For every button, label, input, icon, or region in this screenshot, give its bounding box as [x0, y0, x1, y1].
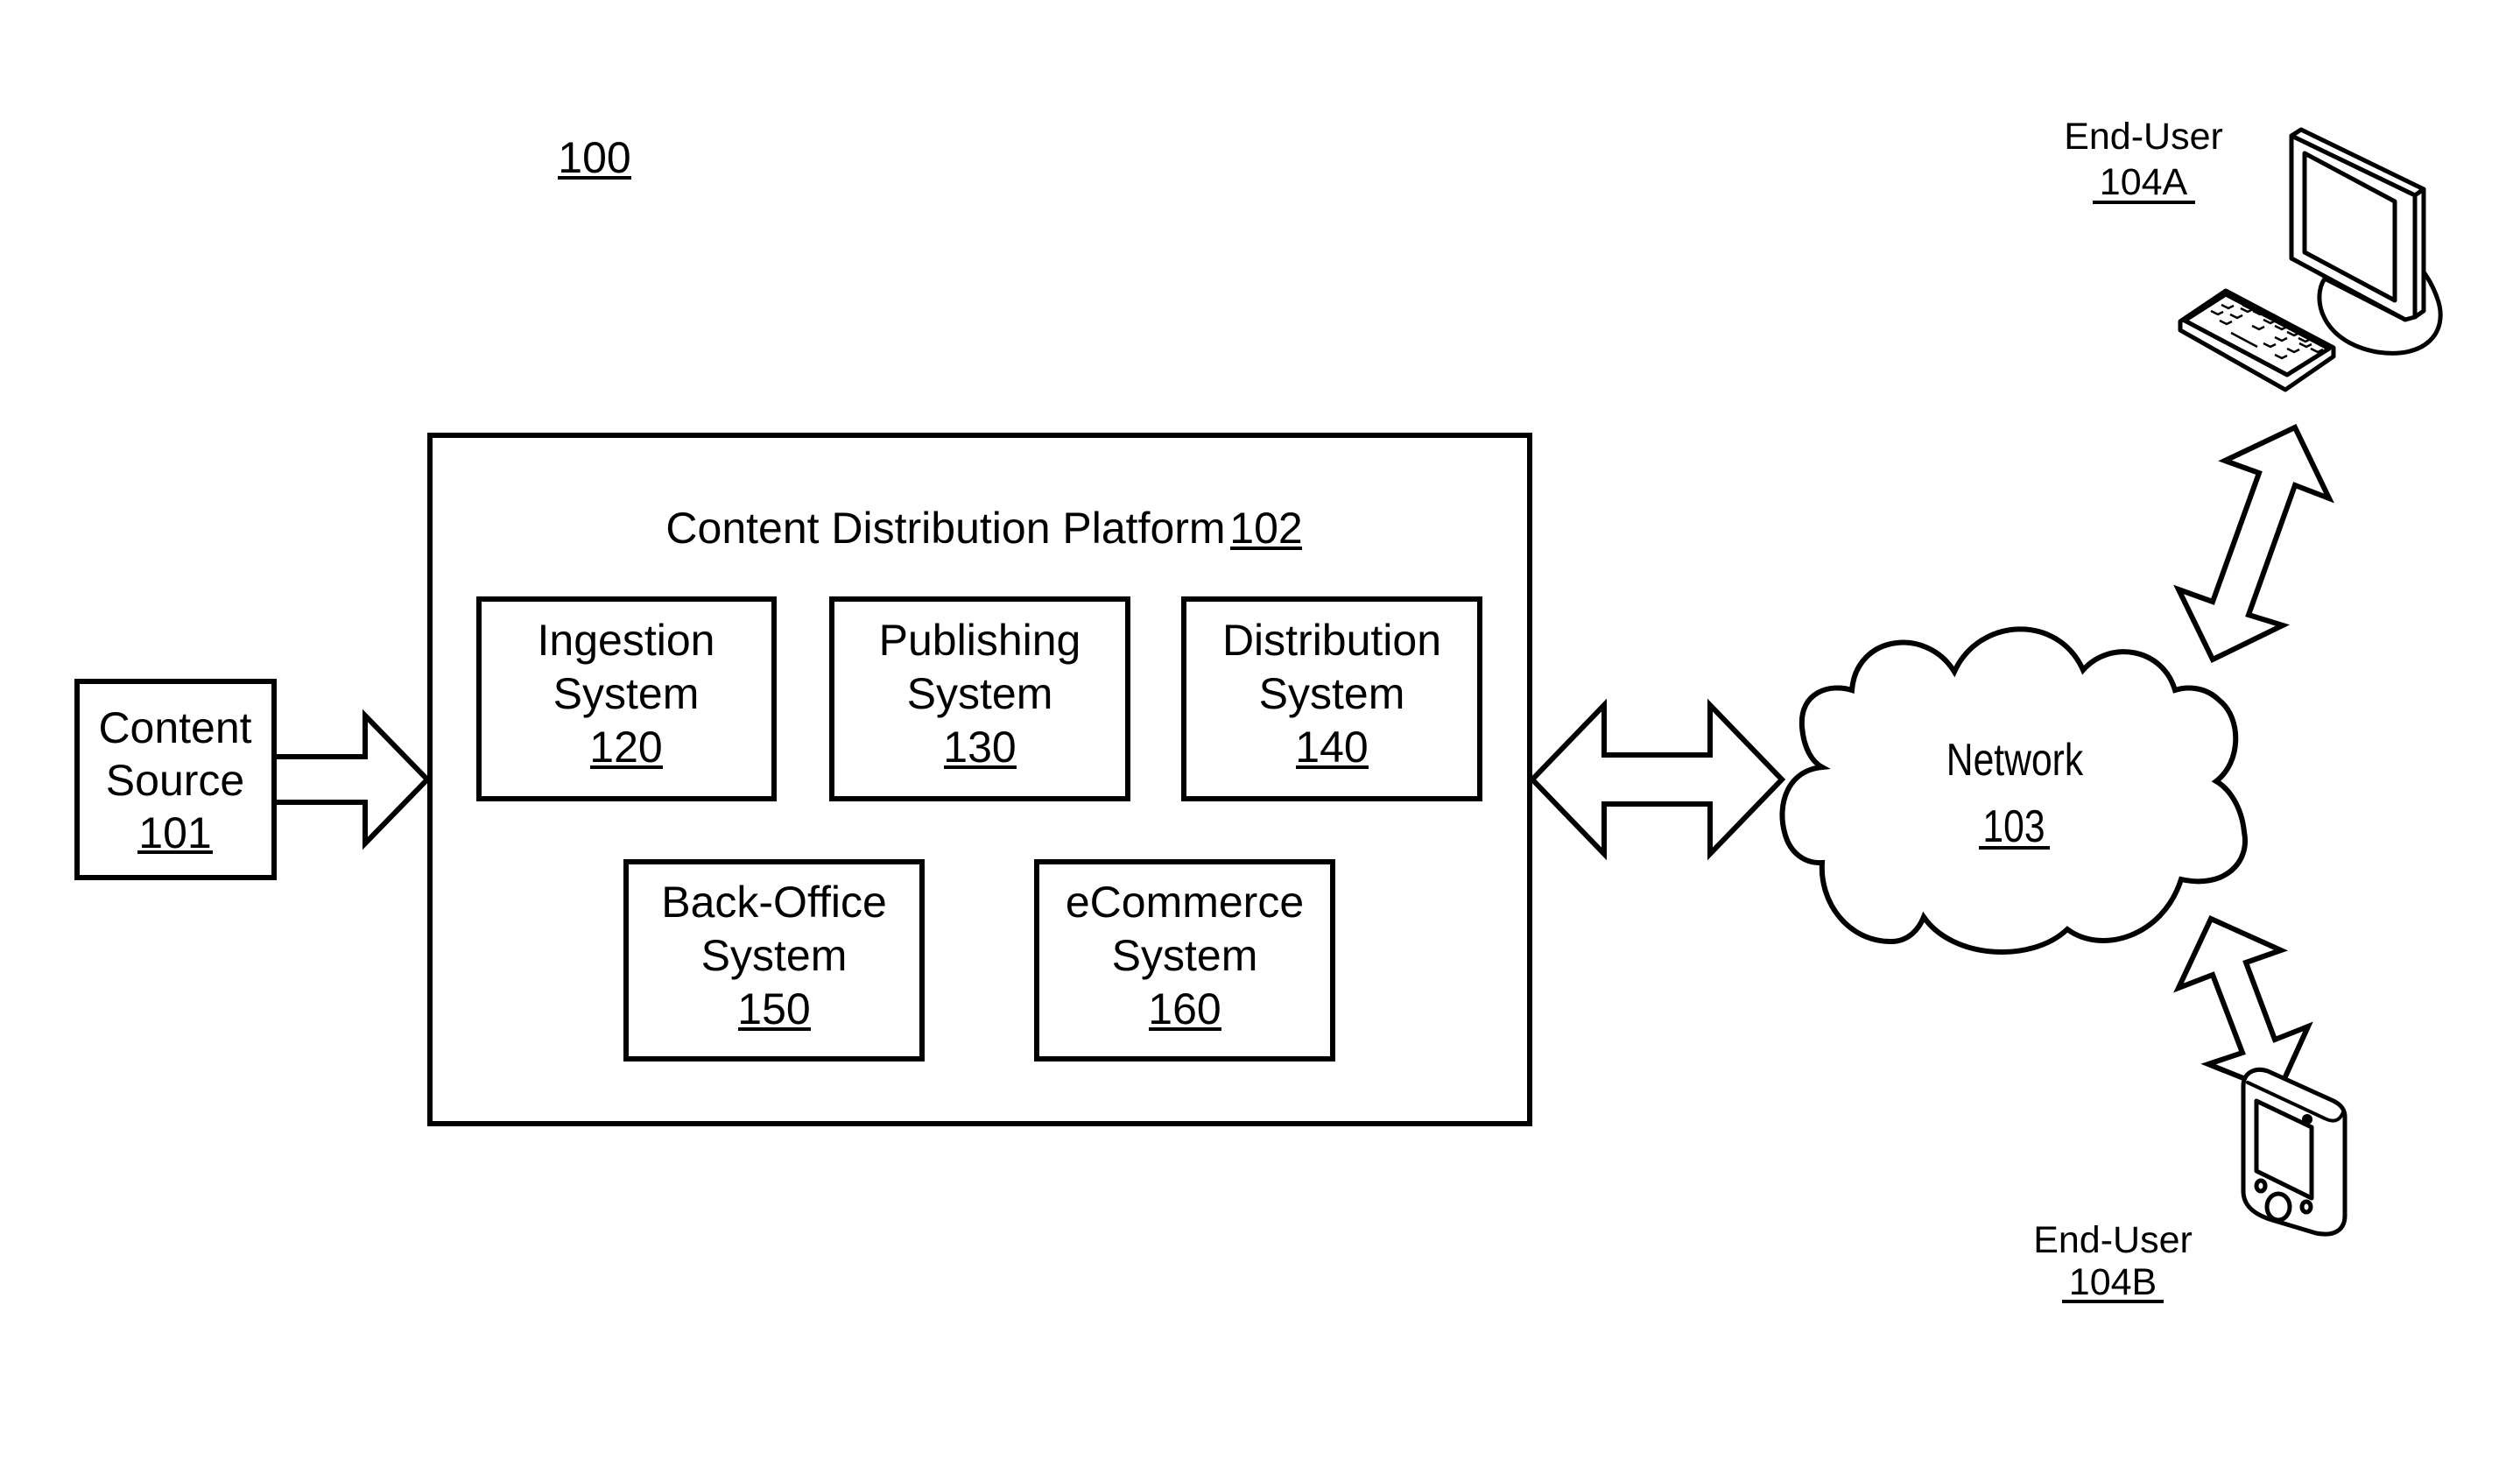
- content-source-node[interactable]: Content Source 101: [74, 679, 277, 880]
- ecommerce-line2: System: [1112, 931, 1258, 980]
- desktop-computer-icon[interactable]: [2178, 127, 2443, 392]
- end-user-a-text: End-User: [2064, 116, 2223, 158]
- publishing-line1: Publishing: [879, 616, 1081, 665]
- network-desktop-double-arrow: [2173, 424, 2334, 664]
- content-source-line2: Source: [106, 756, 244, 805]
- network-ref: 103: [1982, 801, 2045, 852]
- end-user-a-ref: 104A: [2100, 161, 2188, 203]
- figure-label-text: 100: [558, 133, 630, 182]
- distribution-line2: System: [1259, 669, 1405, 718]
- platform-ref: 102: [1229, 504, 1302, 553]
- end-user-b-text: End-User: [2033, 1219, 2193, 1261]
- content-distribution-platform[interactable]: Content Distribution Platform 102 Ingest…: [427, 433, 1532, 1126]
- ingest-arrow: [271, 709, 432, 850]
- ingestion-line1: Ingestion: [538, 616, 715, 665]
- phone-camera-icon: [2302, 1114, 2312, 1125]
- distribution-line1: Distribution: [1222, 616, 1441, 665]
- mobile-device-icon[interactable]: [2241, 1067, 2348, 1237]
- back-office-line1: Back-Office: [661, 878, 887, 927]
- publishing-line2: System: [907, 669, 1053, 718]
- platform-title-text: Content Distribution Platform: [665, 504, 1225, 553]
- platform-title: Content Distribution Platform: [665, 504, 1225, 553]
- content-source-ref: 101: [138, 808, 211, 857]
- figure-label: 100: [558, 133, 631, 182]
- back-office-system-node[interactable]: Back-Office System 150: [623, 859, 925, 1061]
- ecommerce-ref: 160: [1148, 984, 1221, 1033]
- end-user-b-label: End-User 104B: [2033, 1219, 2193, 1303]
- phone-button-left-icon: [2254, 1178, 2268, 1194]
- ecommerce-system-node[interactable]: eCommerce System 160: [1034, 859, 1335, 1061]
- publishing-system-node[interactable]: Publishing System 130: [829, 596, 1130, 801]
- back-office-ref: 150: [737, 984, 810, 1033]
- end-user-b-ref: 104B: [2069, 1261, 2157, 1303]
- cloud-shape[interactable]: [1779, 626, 2248, 955]
- phone-home-button-icon: [2264, 1191, 2292, 1223]
- distribution-system-node[interactable]: Distribution System 140: [1181, 596, 1482, 801]
- ingestion-line2: System: [553, 669, 700, 718]
- platform-network-double-arrow: [1528, 698, 1786, 861]
- ingestion-ref: 120: [589, 723, 662, 772]
- network-node[interactable]: Network 103: [1779, 626, 2248, 955]
- publishing-ref: 130: [943, 723, 1016, 772]
- ingestion-system-node[interactable]: Ingestion System 120: [476, 596, 777, 801]
- network-label: Network: [1946, 735, 2084, 786]
- phone-button-right-icon: [2299, 1199, 2313, 1215]
- ecommerce-line1: eCommerce: [1066, 878, 1304, 927]
- content-source-line1: Content: [98, 703, 251, 752]
- system-diagram: 100 Content Source 101 Content Distribut…: [74, 116, 2443, 1303]
- back-office-line2: System: [701, 931, 848, 980]
- network-mobile-double-arrow: [2173, 915, 2313, 1096]
- end-user-a-label: End-User 104A: [2064, 116, 2223, 204]
- distribution-ref: 140: [1295, 723, 1368, 772]
